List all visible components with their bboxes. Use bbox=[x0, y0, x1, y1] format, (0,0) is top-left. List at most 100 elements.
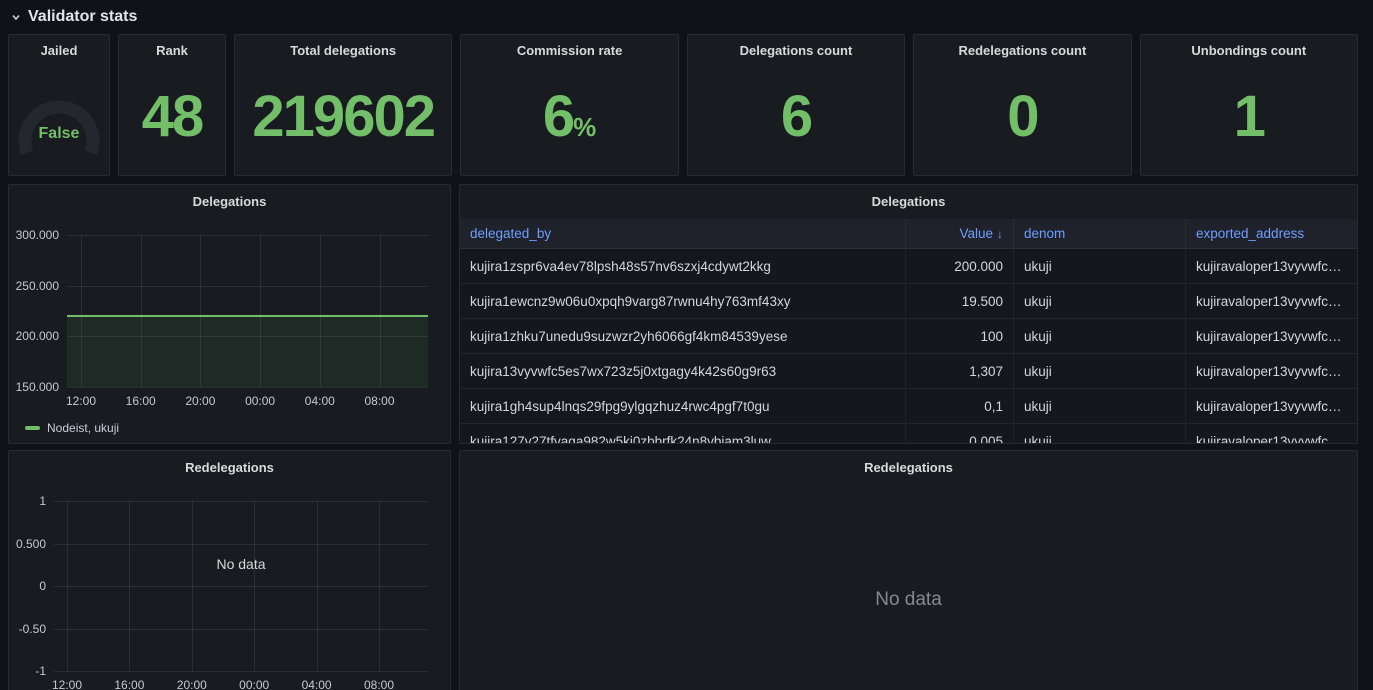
redelegations-chart[interactable]: 1 0.500 0 -0.50 -1 12:00 16:00 20:00 00:00 04:00 0… bbox=[9, 451, 450, 690]
stat-value-jailed: False bbox=[38, 125, 80, 142]
column-header-delegated-by[interactable]: delegated_by bbox=[460, 219, 906, 248]
cell-denom: ukuji bbox=[1014, 319, 1186, 353]
stat-panel-redelegations-count: Redelegations count 0 bbox=[913, 34, 1132, 176]
panel-title-redelegations-count[interactable]: Redelegations count bbox=[914, 35, 1130, 65]
stat-value-commission-rate: 6% bbox=[542, 84, 597, 149]
table-rows: kujira1zspr6va4ev78lpsh48s57nv6szxj4cdyw… bbox=[460, 249, 1357, 443]
cell-denom: ukuji bbox=[1014, 249, 1186, 283]
cell-delegated-by: kujira1gh4sup4lnqs29fpg9ylgqzhuz4rwc4pgf… bbox=[460, 389, 906, 423]
cell-delegated-by: kujira1zhku7unedu9suzwzr2yh6066gf4km8453… bbox=[460, 319, 906, 353]
x-tick-label: 20:00 bbox=[176, 678, 207, 690]
cell-exported-address: kujiravaloper13vyvwfc… bbox=[1196, 293, 1342, 309]
x-tick-label: 12:00 bbox=[65, 394, 97, 408]
stat-value-unbondings-count: 1 bbox=[1233, 84, 1266, 149]
cell-exported-address: kujiravaloper13vyvwfc… bbox=[1196, 398, 1342, 414]
x-tick-label: 16:00 bbox=[114, 678, 145, 690]
cell-exported-address: kujiravaloper13vyvwfc… bbox=[1196, 258, 1342, 274]
panel-title-delegations-count[interactable]: Delegations count bbox=[688, 35, 904, 65]
dashboard: Validator stats Jailed False Rank 48 Tot… bbox=[0, 0, 1373, 690]
y-grid-line bbox=[54, 543, 428, 545]
y-tick-label: 300.000 bbox=[15, 228, 59, 242]
stat-panel-rank: Rank 48 bbox=[118, 34, 226, 176]
panel-title-commission-rate[interactable]: Commission rate bbox=[461, 35, 677, 65]
y-tick-label: -0.50 bbox=[18, 621, 46, 636]
table-row: kujira127v27tfvaga982w5ki0zbbrfk24n8vbia… bbox=[460, 424, 1357, 443]
panel-title-jailed[interactable]: Jailed bbox=[9, 35, 109, 65]
table-row: kujira13vyvwfc5es7wx723z5j0xtgagy4k42s60… bbox=[460, 354, 1357, 389]
x-grid-line bbox=[379, 501, 380, 671]
y-tick-label: -1 bbox=[35, 664, 46, 678]
legend-item[interactable]: Nodeist, ukuji bbox=[25, 421, 119, 435]
cell-value: 19.500 bbox=[906, 284, 1014, 318]
no-data-message: No data bbox=[875, 589, 942, 610]
dashboard-row-header[interactable]: Validator stats bbox=[8, 0, 1358, 34]
panel-title-total-delegations[interactable]: Total delegations bbox=[235, 35, 451, 65]
table-row: kujira1ewcnz9w06u0xpqh9varg87rwnu4hy763m… bbox=[460, 284, 1357, 319]
x-tick-label: 20:00 bbox=[185, 394, 216, 408]
cell-exported-address: kujiravaloper13vyvwfc… bbox=[1196, 328, 1342, 344]
x-tick-label: 08:00 bbox=[363, 678, 395, 690]
cell-delegated-by: kujira127v27tfvaga982w5ki0zbbrfk24n8vbia… bbox=[460, 424, 906, 443]
x-grid-line bbox=[129, 501, 131, 671]
y-tick-label: 150.000 bbox=[15, 380, 59, 394]
legend-label: Nodeist, ukuji bbox=[47, 421, 120, 435]
panel-title-rank[interactable]: Rank bbox=[119, 35, 225, 65]
stat-value-total-delegations: 219602 bbox=[252, 84, 436, 149]
cell-value: 1,307 bbox=[906, 354, 1014, 388]
y-grid-line bbox=[54, 628, 428, 630]
stat-panel-commission-rate: Commission rate 6% bbox=[460, 34, 679, 176]
x-tick-label: 04:00 bbox=[304, 394, 335, 408]
delegations-chart[interactable]: 300.000 250.000 200.000 150.000 12:00 16:00 20… bbox=[9, 185, 450, 443]
delegations-chart-panel: Delegations 300.000 250.000 200.000 150.000… bbox=[8, 184, 451, 444]
y-tick-label: 200.000 bbox=[15, 329, 59, 344]
x-tick-label: 12:00 bbox=[51, 678, 83, 690]
cell-value: 100 bbox=[906, 319, 1014, 353]
x-tick-label: 00:00 bbox=[239, 678, 270, 690]
series-area-fill bbox=[67, 316, 428, 387]
y-grid-line bbox=[54, 586, 428, 587]
stat-value-rank: 48 bbox=[141, 84, 204, 149]
cell-value: 0.005 bbox=[906, 424, 1014, 443]
stat-panel-jailed: Jailed False bbox=[8, 34, 110, 176]
stat-panel-total-delegations: Total delegations 219602 bbox=[234, 34, 453, 176]
column-header-exported-address[interactable]: exported_address bbox=[1186, 219, 1357, 248]
cell-denom: ukuji bbox=[1014, 424, 1186, 443]
x-grid-line bbox=[316, 501, 318, 671]
y-grid-line bbox=[67, 285, 428, 287]
table-row: kujira1gh4sup4lnqs29fpg9ylgqzhuz4rwc4pgf… bbox=[460, 389, 1357, 424]
y-tick-label: 250.000 bbox=[15, 278, 59, 293]
series-line bbox=[67, 315, 428, 318]
stat-panel-delegations-count: Delegations count 6 bbox=[686, 34, 906, 176]
x-grid-line bbox=[67, 501, 68, 671]
panel-title-redelegations-nodata[interactable]: Redelegations bbox=[460, 451, 1357, 483]
y-grid-line bbox=[67, 387, 428, 388]
x-grid-line bbox=[254, 501, 256, 671]
table-row: kujira1zspr6va4ev78lpsh48s57nv6szxj4cdyw… bbox=[460, 249, 1357, 284]
row-title: Validator stats bbox=[28, 8, 138, 25]
panel-title-unbondings-count[interactable]: Unbondings count bbox=[1141, 35, 1357, 65]
cell-exported-address: kujiravaloper13vyvwfc… bbox=[1196, 363, 1342, 379]
table-row: kujira1zhku7unedu9suzwzr2yh6066gf4km8453… bbox=[460, 319, 1357, 354]
sort-desc-icon: ↓ bbox=[997, 226, 1003, 241]
x-tick-label: 16:00 bbox=[125, 394, 156, 408]
y-tick-label: 1 bbox=[39, 494, 46, 508]
cell-value: 200.000 bbox=[906, 249, 1014, 283]
cell-denom: ukuji bbox=[1014, 389, 1186, 423]
cell-delegated-by: kujira13vyvwfc5es7wx723z5j0xtgagy4k42s60… bbox=[460, 354, 906, 388]
redelegations-nodata-panel: Redelegations No data bbox=[459, 450, 1358, 690]
stat-value-redelegations-count: 0 bbox=[1007, 84, 1039, 149]
cell-value: 0,1 bbox=[906, 389, 1014, 423]
column-header-value[interactable]: Value ↓ bbox=[906, 219, 1014, 248]
delegations-table: delegated_by Value ↓ denom exported_addre… bbox=[460, 219, 1357, 443]
chevron-down-icon bbox=[10, 11, 22, 23]
column-header-denom[interactable]: denom bbox=[1014, 219, 1186, 248]
y-tick-label: 0 bbox=[39, 579, 46, 593]
cell-exported-address: kujiravaloper13vyvwfc… bbox=[1196, 433, 1342, 444]
x-grid-line bbox=[191, 501, 193, 671]
redelegations-chart-panel: Redelegations 1 0.500 0 -0.50 -1 12:00 16:00 20… bbox=[8, 450, 451, 690]
gauge: False bbox=[9, 65, 109, 169]
stats-row: Jailed False Rank 48 Total delegations 2… bbox=[8, 34, 1358, 176]
panel-title-delegations-table[interactable]: Delegations bbox=[460, 185, 1357, 217]
legend-swatch bbox=[25, 426, 40, 430]
cell-denom: ukuji bbox=[1014, 284, 1186, 318]
